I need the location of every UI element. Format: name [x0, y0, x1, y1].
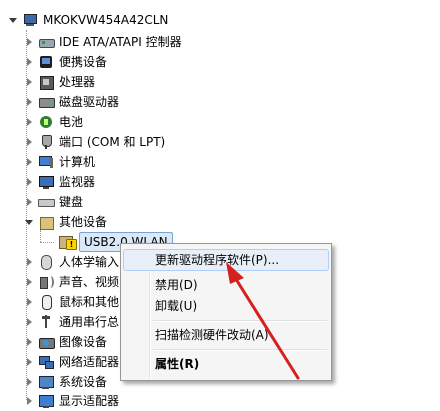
- menu-item-scan-hardware[interactable]: 扫描检测硬件改动(A): [123, 324, 329, 346]
- tree-item-mouse[interactable]: 鼠标和其他: [24, 292, 119, 312]
- expand-arrow-icon[interactable]: [24, 37, 34, 47]
- expand-arrow-icon[interactable]: [24, 396, 34, 406]
- sound-video-icon: [38, 274, 54, 290]
- tree-root-label: MKOKVW454A42CLN: [43, 13, 169, 27]
- expand-arrow-icon[interactable]: [24, 257, 34, 267]
- menu-item-disable[interactable]: 禁用(D): [123, 274, 329, 296]
- expand-arrow-icon[interactable]: [24, 177, 34, 187]
- menu-separator: [153, 320, 327, 322]
- expand-arrow-icon[interactable]: [24, 357, 34, 367]
- tree-item-processor[interactable]: 处理器: [24, 72, 95, 92]
- expand-arrow-icon[interactable]: [24, 337, 34, 347]
- tree-item-label: 键盘: [59, 195, 84, 209]
- tree-item-computer[interactable]: 计算机: [24, 152, 95, 172]
- tree-item-label: 电池: [59, 115, 84, 129]
- warning-device-icon: [58, 234, 77, 250]
- tree-item-label: 鼠标和其他: [59, 295, 120, 309]
- tree-root[interactable]: MKOKVW454A42CLN: [8, 10, 168, 30]
- menu-item-properties[interactable]: 属性(R): [123, 353, 329, 375]
- tree-item-ide[interactable]: IDE ATA/ATAPI 控制器: [24, 32, 182, 52]
- expand-arrow-icon[interactable]: [24, 57, 34, 67]
- keyboard-icon: [38, 194, 55, 210]
- menu-item-update-driver[interactable]: 更新驱动程序软件(P)...: [123, 249, 329, 271]
- expand-arrow-icon[interactable]: [24, 197, 34, 207]
- system-device-icon: [38, 374, 54, 390]
- tree-connector-line: [40, 242, 54, 243]
- expand-arrow-icon[interactable]: [24, 97, 34, 107]
- tree-item-keyboard[interactable]: 键盘: [24, 192, 83, 212]
- tree-item-monitor[interactable]: 监视器: [24, 172, 95, 192]
- tree-item-label: 网络适配器: [59, 355, 120, 369]
- tree-item-other-devices[interactable]: 其他设备: [24, 212, 107, 232]
- tree-item-label: 图像设备: [59, 335, 108, 349]
- usb-controller-icon: [38, 314, 54, 330]
- hid-icon: [38, 254, 54, 270]
- monitor-icon: [38, 174, 54, 190]
- tree-item-port[interactable]: 端口 (COM 和 LPT): [24, 132, 165, 152]
- expand-arrow-icon[interactable]: [24, 137, 34, 147]
- port-icon: [38, 134, 54, 150]
- portable-device-icon: [38, 54, 54, 70]
- imaging-device-icon: [38, 334, 55, 350]
- tree-item-label: 监视器: [59, 175, 96, 189]
- tree-item-label: 系统设备: [59, 375, 108, 389]
- disk-drive-icon: [38, 94, 55, 110]
- tree-item-label: 其他设备: [59, 215, 108, 229]
- collapse-arrow-icon[interactable]: [24, 217, 34, 227]
- ide-controller-icon: [38, 34, 55, 50]
- tree-item-label: 便携设备: [59, 55, 108, 69]
- mouse-icon: [38, 294, 54, 310]
- battery-icon: [38, 114, 54, 130]
- context-menu: 更新驱动程序软件(P)... 禁用(D) 卸载(U) 扫描检测硬件改动(A) 属…: [120, 243, 332, 381]
- expand-arrow-icon[interactable]: [24, 317, 34, 327]
- tree-item-label: 磁盘驱动器: [59, 95, 120, 109]
- tree-item-disk[interactable]: 磁盘驱动器: [24, 92, 119, 112]
- display-adapter-icon: [38, 393, 54, 409]
- network-adapter-icon: [38, 354, 54, 370]
- tree-item-imaging[interactable]: 图像设备: [24, 332, 107, 352]
- tree-item-label: 声音、视频: [59, 275, 120, 289]
- tree-item-hid[interactable]: 人体学输入: [24, 252, 119, 272]
- menu-separator: [153, 349, 327, 351]
- menu-item-uninstall[interactable]: 卸载(U): [123, 295, 329, 317]
- tree-item-label: 人体学输入: [59, 255, 120, 269]
- tree-item-label: IDE ATA/ATAPI 控制器: [59, 35, 182, 49]
- tree-item-label: 端口 (COM 和 LPT): [59, 135, 166, 149]
- tree-item-battery[interactable]: 电池: [24, 112, 83, 132]
- tree-item-display[interactable]: 显示适配器: [24, 391, 119, 411]
- other-devices-icon: [38, 214, 54, 230]
- tree-item-network[interactable]: 网络适配器: [24, 352, 119, 372]
- processor-icon: [38, 74, 54, 90]
- expand-arrow-icon[interactable]: [24, 377, 34, 387]
- tree-item-label: 处理器: [59, 75, 96, 89]
- expand-arrow-icon[interactable]: [24, 117, 34, 127]
- computer-category-icon: [38, 154, 54, 170]
- tree-item-usb[interactable]: 通用串行总: [24, 312, 119, 332]
- tree-item-label: 计算机: [59, 155, 96, 169]
- tree-item-portable[interactable]: 便携设备: [24, 52, 107, 72]
- expand-arrow-icon[interactable]: [24, 157, 34, 167]
- tree-item-label: 显示适配器: [59, 394, 120, 408]
- computer-icon: [22, 12, 38, 28]
- tree-item-sound[interactable]: 声音、视频: [24, 272, 119, 292]
- collapse-arrow-icon[interactable]: [8, 15, 18, 25]
- tree-item-system[interactable]: 系统设备: [24, 372, 107, 392]
- expand-arrow-icon[interactable]: [24, 77, 34, 87]
- expand-arrow-icon[interactable]: [24, 297, 34, 307]
- expand-arrow-icon[interactable]: [24, 277, 34, 287]
- tree-item-label: 通用串行总: [59, 315, 120, 329]
